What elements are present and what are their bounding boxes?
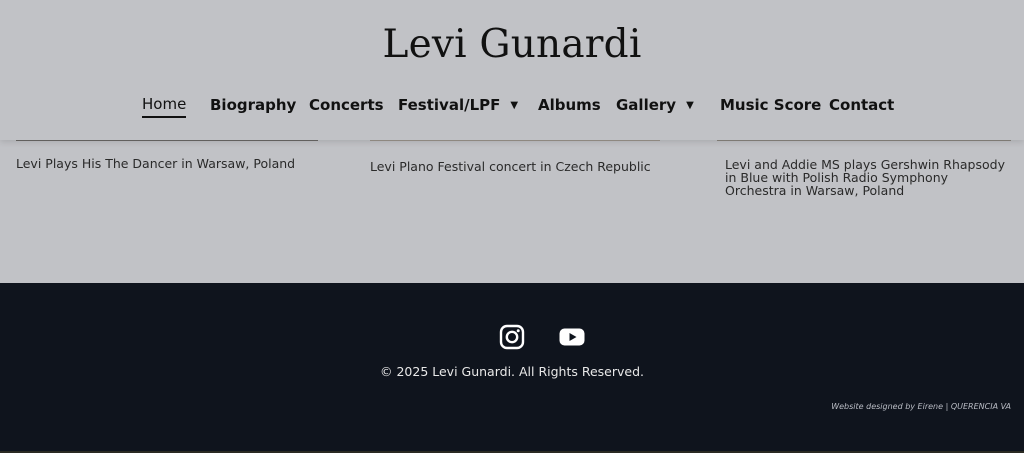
nav-item-gallery[interactable]: Gallery ▼: [616, 92, 694, 119]
video-caption: Levi Plano Festival concert in Czech Rep…: [370, 159, 651, 174]
site-header: Levi Gunardi Home Biography Concerts Fes…: [0, 0, 1024, 140]
site-footer: © 2025 Levi Gunardi. All Rights Reserved…: [0, 283, 1024, 453]
nav-item-albums[interactable]: Albums: [538, 92, 601, 118]
caret-down-icon[interactable]: ▼: [686, 93, 694, 119]
nav-item-label: Festival/LPF: [398, 96, 501, 114]
designer-credit[interactable]: Website designed by Eirene | QUERENCIA V…: [831, 402, 1011, 411]
nav-item-label: Gallery: [616, 96, 677, 114]
video-caption: Levi and Addie MS plays Gershwin Rhapsod…: [725, 157, 1005, 198]
main-navigation: Home Biography Concerts Festival/LPF ▼ Al…: [0, 92, 1024, 120]
nav-item-home[interactable]: Home: [142, 92, 187, 118]
site-title[interactable]: Levi Gunardi: [0, 22, 1024, 67]
nav-item-contact[interactable]: Contact: [829, 92, 894, 118]
video-caption: Levi Plays His The Dancer in Warsaw, Pol…: [16, 156, 296, 171]
nav-item-concerts[interactable]: Concerts: [309, 92, 384, 118]
social-links: [496, 323, 596, 351]
caret-down-icon[interactable]: ▼: [510, 93, 518, 119]
youtube-icon[interactable]: [558, 323, 586, 351]
nav-item-festival[interactable]: Festival/LPF ▼: [398, 92, 518, 119]
copyright-text: © 2025 Levi Gunardi. All Rights Reserved…: [379, 364, 645, 379]
nav-item-biography[interactable]: Biography: [210, 92, 296, 118]
instagram-icon[interactable]: [498, 323, 526, 351]
nav-item-music-score[interactable]: Music Score: [720, 92, 821, 118]
